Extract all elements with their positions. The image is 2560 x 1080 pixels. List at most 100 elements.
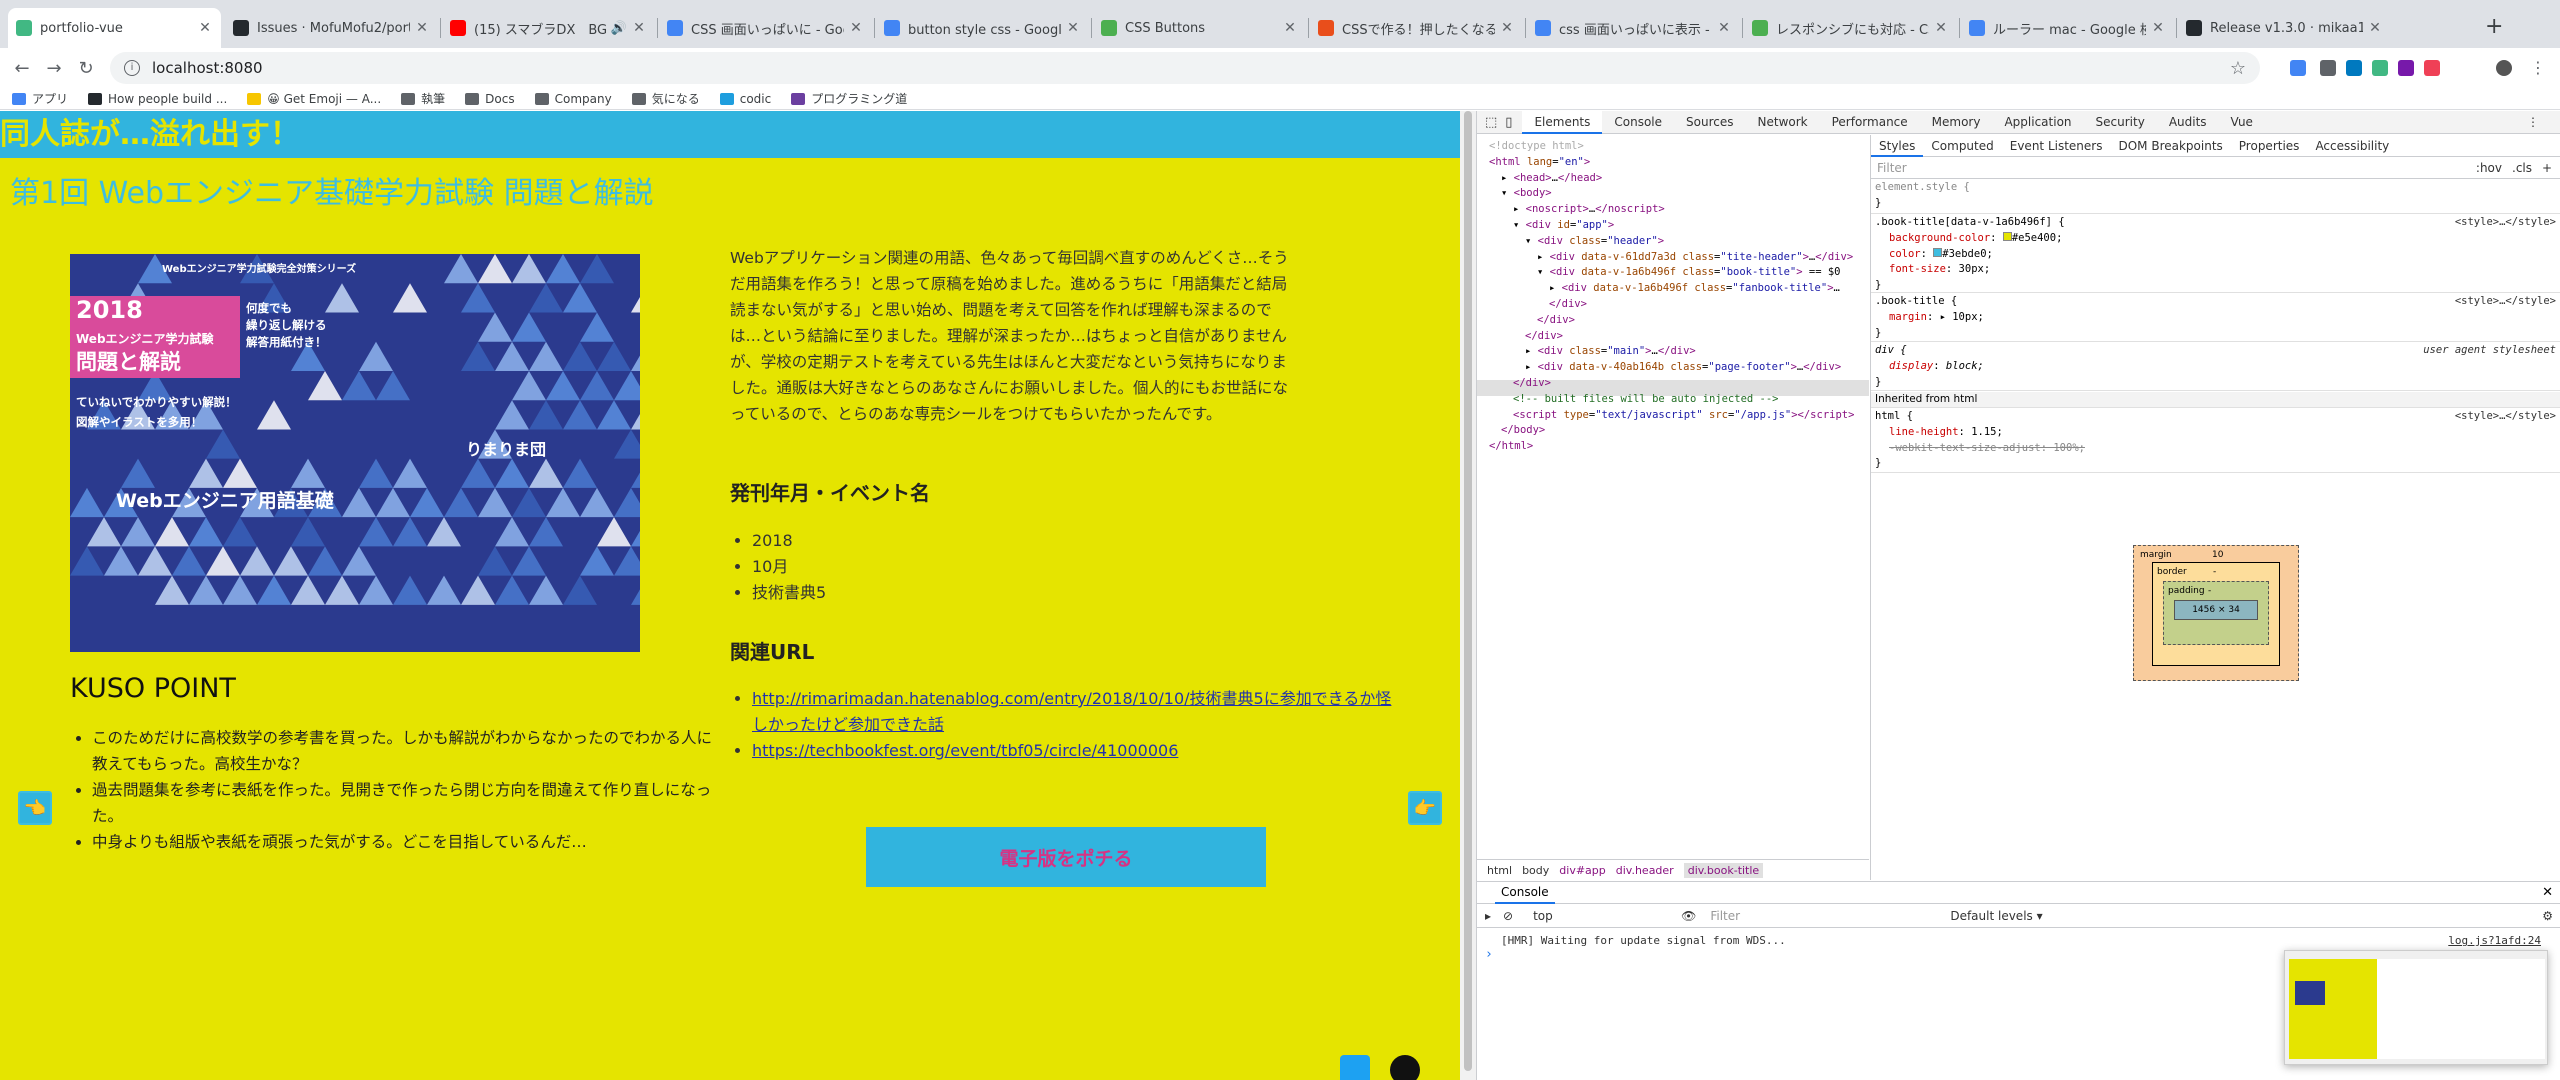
styles-subtab[interactable]: Styles <box>1871 135 1924 157</box>
tab-audio-icon[interactable]: 🔊 <box>611 21 627 36</box>
styles-subtab[interactable]: Accessibility <box>2307 135 2397 157</box>
devtools-tab-audits[interactable]: Audits <box>2157 111 2219 134</box>
dom-node-line[interactable]: ▸ <div data-v-61dd7a3d class="tite-heade… <box>1537 250 1853 266</box>
tab-close-icon[interactable]: ✕ <box>1282 20 1298 36</box>
dom-node-line[interactable]: </body> <box>1501 423 1545 439</box>
tab-close-icon[interactable]: ✕ <box>1499 20 1515 36</box>
browser-tab[interactable]: CSSで作る！押したくなるボタ✕ <box>1310 8 1523 48</box>
dom-node-line[interactable]: ▾ <div data-v-1a6b496f class="book-title… <box>1537 265 1841 281</box>
styles-filter[interactable]: Filter :hov .cls + <box>1871 157 2560 179</box>
tab-close-icon[interactable]: ✕ <box>631 20 647 36</box>
hov-toggle[interactable]: :hov <box>2476 157 2502 179</box>
device-toolbar-icon[interactable]: ▯ <box>1505 115 1512 130</box>
new-tab-button[interactable]: + <box>2485 14 2503 39</box>
tab-close-icon[interactable]: ✕ <box>197 20 213 36</box>
dom-node-line[interactable]: ▾ <body> <box>1501 186 1552 202</box>
devtools-tab-application[interactable]: Application <box>1992 111 2083 134</box>
tab-close-icon[interactable]: ✕ <box>2367 20 2383 36</box>
styles-subtab[interactable]: Computed <box>1923 135 2001 157</box>
tab-close-icon[interactable]: ✕ <box>1933 20 1949 36</box>
related-url-link[interactable]: http://rimarimadan.hatenablog.com/entry/… <box>752 689 1391 734</box>
inspect-element-icon[interactable]: ⬚ <box>1485 115 1497 130</box>
browser-tab[interactable]: CSS 画面いっぱいに - Google✕ <box>659 8 872 48</box>
dom-node-line[interactable]: ▾ <div class="header"> <box>1525 234 1664 250</box>
dom-node-line[interactable]: ▸ <div class="main">…</div> <box>1525 344 1696 360</box>
dom-node-line[interactable]: </div> <box>1549 297 1587 313</box>
devtools-tab-network[interactable]: Network <box>1746 111 1820 134</box>
tab-close-icon[interactable]: ✕ <box>414 20 430 36</box>
tab-close-icon[interactable]: ✕ <box>1065 20 1081 36</box>
console-settings-icon[interactable]: ⚙ <box>2542 909 2553 923</box>
devtools-menu-icon[interactable]: ⋮ <box>2527 115 2539 129</box>
show-sidebar-icon[interactable]: ▸ <box>1485 909 1491 923</box>
breadcrumb-item[interactable]: body <box>1522 864 1549 877</box>
bookmark-star-icon[interactable]: ☆ <box>2230 58 2246 79</box>
prev-page-button[interactable]: 👈 <box>18 791 52 825</box>
github-icon[interactable] <box>1390 1055 1420 1080</box>
bookmark-item[interactable]: How people build ... <box>88 92 227 106</box>
bookmark-item[interactable]: Company <box>534 92 612 106</box>
dom-node-line[interactable]: </html> <box>1489 439 1533 455</box>
log-levels-select[interactable]: Default levels ▾ <box>1950 909 2042 923</box>
dom-node-line[interactable]: ▾ <div id="app"> <box>1513 218 1614 234</box>
devtools-tab-console[interactable]: Console <box>1602 111 1674 134</box>
console-filter-input[interactable]: Filter <box>1710 909 1940 923</box>
devtools-tab-performance[interactable]: Performance <box>1820 111 1920 134</box>
browser-tab[interactable]: css 画面いっぱいに表示 - Goo✕ <box>1527 8 1740 48</box>
buy-ebook-button[interactable]: 電子版をポチる <box>866 827 1266 887</box>
address-bar[interactable]: i localhost:8080 ☆ <box>110 52 2260 84</box>
dom-node-line[interactable]: <!doctype html> <box>1489 139 1584 155</box>
dom-node-line[interactable]: <script type="text/javascript" src="/app… <box>1513 408 1854 424</box>
breadcrumb-item[interactable]: div.book-title <box>1683 862 1764 878</box>
dom-node-line[interactable]: ▸ <head>…</head> <box>1501 171 1602 187</box>
next-page-button[interactable]: 👉 <box>1408 791 1442 825</box>
screenshot-thumbnail-preview[interactable] <box>2284 950 2548 1065</box>
dom-node-line[interactable]: <html lang="en"> <box>1489 155 1590 171</box>
browser-tab[interactable]: Issues · MofuMofu2/portfolio✕ <box>225 8 438 48</box>
devtools-tab-vue[interactable]: Vue <box>2219 111 2265 134</box>
dom-node-line[interactable]: </div> <box>1537 313 1575 329</box>
dom-node-line[interactable]: </div> <box>1525 329 1563 345</box>
page-scrollbar[interactable] <box>1460 111 1476 1080</box>
back-icon[interactable]: ← <box>6 58 38 79</box>
related-url-link[interactable]: https://techbookfest.org/event/tbf05/cir… <box>752 741 1178 760</box>
cls-toggle[interactable]: .cls <box>2512 157 2532 179</box>
camera-extension-icon[interactable] <box>2320 60 2336 76</box>
eye-icon[interactable]: 👁 <box>1681 909 1696 923</box>
vue-devtools-extension-icon[interactable] <box>2372 60 2388 76</box>
dom-node-line[interactable]: <!-- built files will be auto injected -… <box>1513 392 1779 408</box>
bookmark-item[interactable]: 気になる <box>631 90 700 107</box>
tab-close-icon[interactable]: ✕ <box>848 20 864 36</box>
devtools-tab-memory[interactable]: Memory <box>1920 111 1993 134</box>
dom-node-line[interactable]: ▸ <div data-v-1a6b496f class="fanbook-ti… <box>1549 281 1840 297</box>
breadcrumb-item[interactable]: div#app <box>1559 864 1605 877</box>
clear-console-icon[interactable]: ⊘ <box>1503 909 1513 923</box>
dom-node-line[interactable]: ▸ <div data-v-40ab164b class="page-foote… <box>1525 360 1841 376</box>
dom-node-line[interactable]: </div> <box>1513 376 1551 392</box>
breadcrumb-item[interactable]: html <box>1487 864 1512 877</box>
new-style-rule-icon[interactable]: + <box>2542 157 2552 179</box>
trello-extension-icon[interactable] <box>2346 60 2362 76</box>
styles-subtab[interactable]: Event Listeners <box>2002 135 2111 157</box>
tab-close-icon[interactable]: ✕ <box>2150 20 2166 36</box>
breadcrumb-item[interactable]: div.header <box>1616 864 1674 877</box>
avatar[interactable] <box>2496 60 2512 76</box>
bookmark-item[interactable]: Docs <box>465 92 515 106</box>
bookmark-item[interactable]: プログラミング道 <box>791 90 907 107</box>
devtools-tab-elements[interactable]: Elements <box>1522 110 1603 134</box>
context-select[interactable]: top <box>1533 909 1673 923</box>
close-drawer-icon[interactable]: ✕ <box>2542 885 2553 900</box>
info-icon[interactable]: i <box>124 60 140 76</box>
tab-close-icon[interactable]: ✕ <box>1716 20 1732 36</box>
menu-kebab-icon[interactable]: ⋮ <box>2530 58 2546 77</box>
browser-tab[interactable]: (15) スマブラDX BGM 🔊 ✕ <box>442 8 655 48</box>
bookmark-item[interactable]: 執筆 <box>401 90 445 107</box>
browser-tab[interactable]: レスポンシブにも対応 - CSSで✕ <box>1744 8 1957 48</box>
browser-tab[interactable]: Release v1.3.0 · mikaa123/lin✕ <box>2178 8 2391 48</box>
scrollbar-thumb[interactable] <box>1464 111 1472 1071</box>
browser-tab[interactable]: portfolio-vue ✕ <box>8 8 221 48</box>
twitter-icon[interactable] <box>1340 1055 1370 1080</box>
devtools-tab-security[interactable]: Security <box>2084 111 2157 134</box>
console-drawer-tab[interactable]: Console <box>1495 882 1555 904</box>
onenote-extension-icon[interactable] <box>2398 60 2414 76</box>
